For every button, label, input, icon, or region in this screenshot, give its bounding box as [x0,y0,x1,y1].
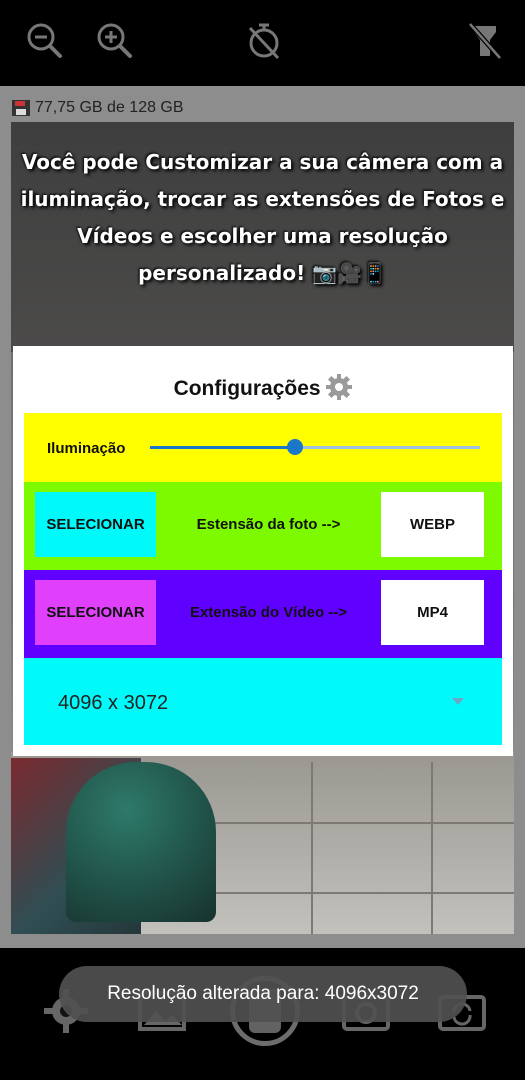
chevron-down-icon [452,698,464,705]
slider-thumb[interactable] [287,439,304,455]
video-extension-value: MP4 [381,580,484,645]
storage-text: 77,75 GB de 128 GB [35,99,184,116]
photo-extension-label: Estensão da foto --> [196,516,341,533]
timer-off-icon[interactable] [242,18,286,62]
video-extension-row: SELECIONAR Extensão do Vídeo --> MP4 [24,570,502,658]
dialog-title: Configurações [13,374,513,401]
zoom-out-icon[interactable] [22,18,66,62]
video-extension-label: Extensão do Vídeo --> [189,604,348,621]
photo-select-button[interactable]: SELECIONAR [35,492,156,557]
toast-message: Resolução alterada para: 4096x3072 [59,966,467,1022]
zoom-in-icon[interactable] [92,18,136,62]
illumination-row: Iluminação [24,413,502,482]
tip-banner: Você pode Customizar a sua câmera com a … [20,150,505,285]
top-toolbar [0,0,525,86]
illumination-slider[interactable] [150,439,480,455]
floppy-disk-icon [12,100,30,116]
gear-icon [326,374,353,400]
settings-dialog: Configurações Iluminação SELECIONAR Este… [13,346,513,756]
resolution-dropdown[interactable]: 4096 x 3072 [24,658,502,745]
video-select-button[interactable]: SELECIONAR [35,580,156,645]
slider-fill [150,446,296,449]
flash-off-icon[interactable] [462,18,506,62]
photo-extension-value: WEBP [381,492,484,557]
photo-extension-row: SELECIONAR Estensão da foto --> WEBP [24,482,502,570]
storage-indicator: 77,75 GB de 128 GB [11,98,184,118]
resolution-selected: 4096 x 3072 [58,692,169,714]
illumination-label: Iluminação [47,440,126,457]
